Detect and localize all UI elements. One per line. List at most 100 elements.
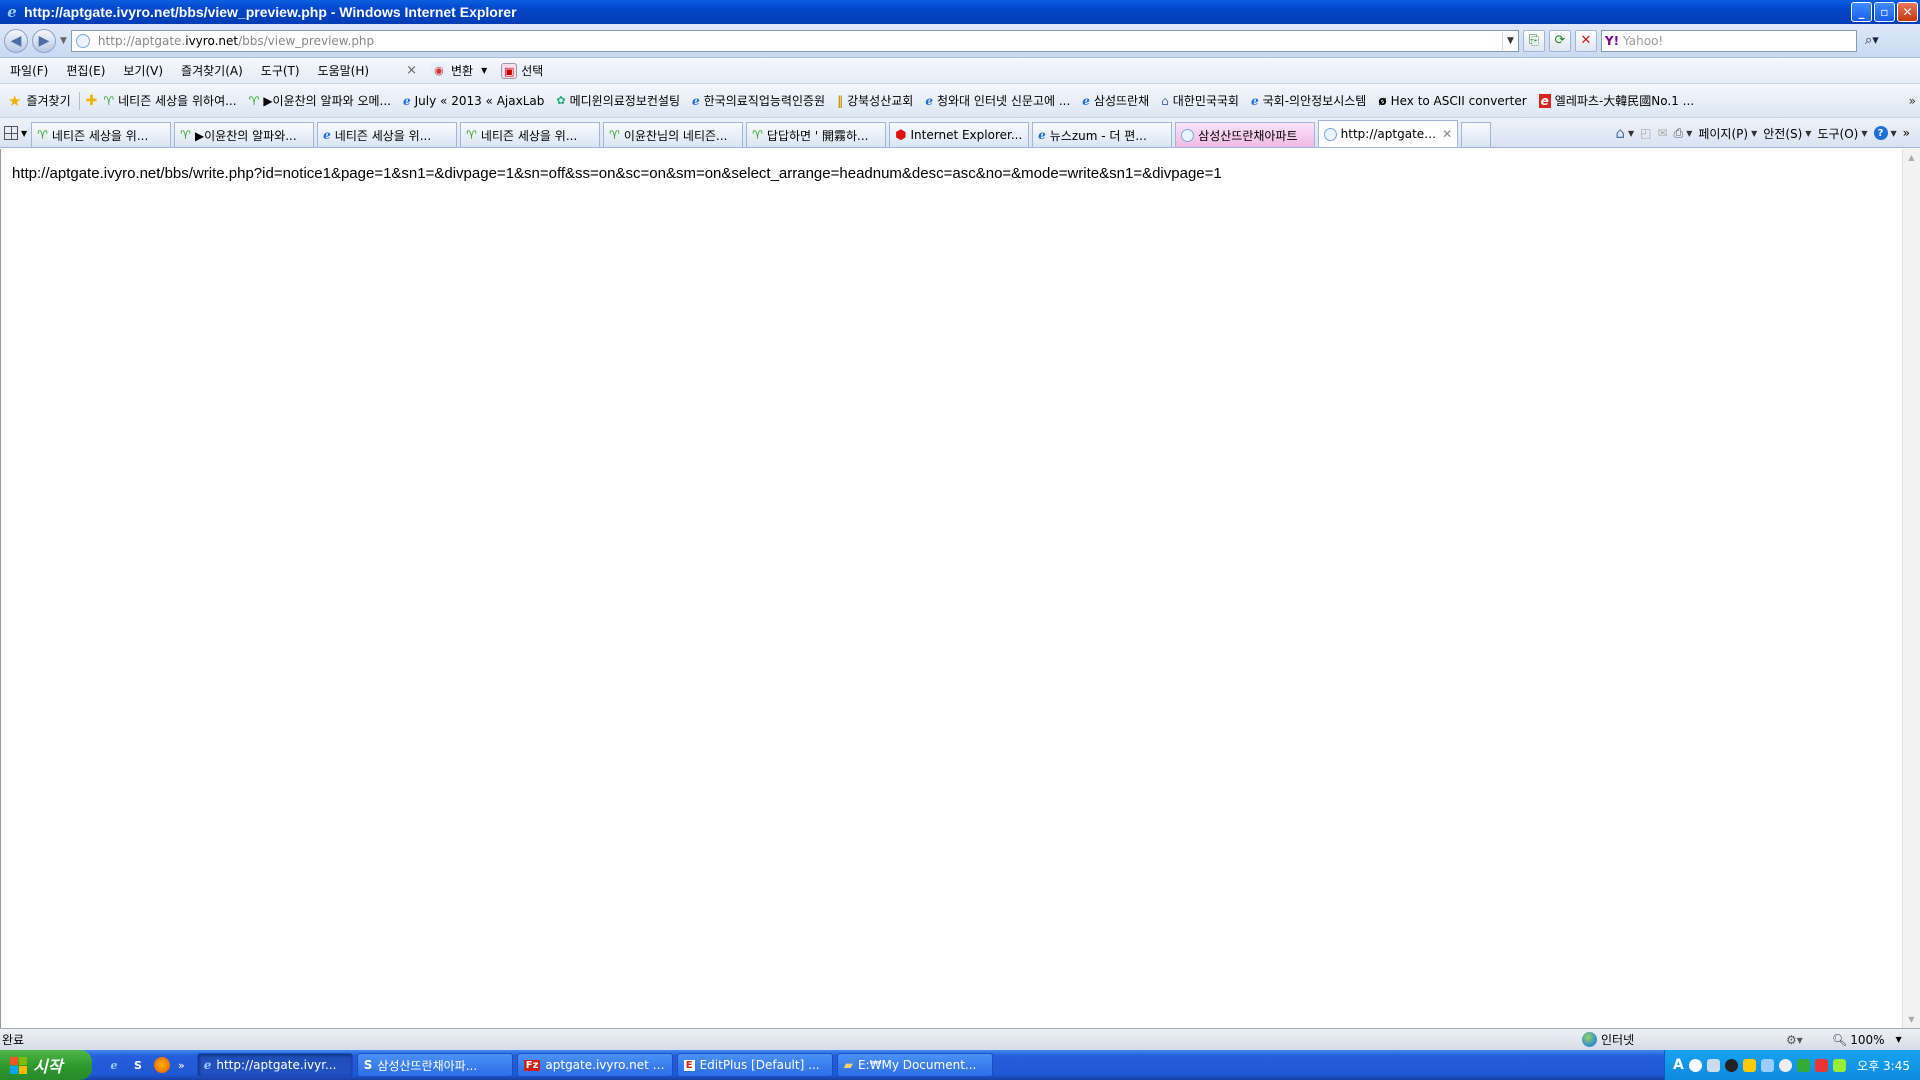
taskbar-button[interactable]: E EditPlus [Default] ...	[676, 1053, 833, 1077]
firefox-launch-icon[interactable]	[154, 1057, 170, 1073]
browser-tab[interactable]: ⬢ Internet Explorer...	[889, 122, 1030, 147]
browser-tab[interactable]: ♈ 이윤찬님의 네티즌...	[603, 122, 744, 147]
stop-button[interactable]: ✕	[1574, 29, 1597, 52]
tools-menu[interactable]: 도구(O) ▼	[1817, 125, 1867, 142]
ie-launch-icon[interactable]: e	[106, 1057, 122, 1073]
favorites-button[interactable]: ★ 즐겨찾기	[0, 91, 80, 110]
tray-app-icon[interactable]	[1778, 1058, 1792, 1072]
fav-item[interactable]: e July « 2013 « AjaxLab	[397, 94, 550, 108]
taskbar-label: http://aptgate.ivyr...	[216, 1058, 337, 1072]
taskbar-button[interactable]: e http://aptgate.ivyr...	[196, 1053, 353, 1077]
ime-icon[interactable]: A	[1673, 1057, 1684, 1073]
compat-view-button[interactable]: ⎘	[1522, 29, 1545, 52]
tab-label: ▶이윤찬의 알파와...	[194, 128, 297, 143]
scroll-down-icon[interactable]: ▼	[1903, 1011, 1920, 1028]
fav-item[interactable]: e 삼성뜨란채	[1076, 92, 1155, 109]
clock[interactable]: 오후 3:45	[1857, 1057, 1910, 1074]
network-icon[interactable]	[1706, 1058, 1720, 1072]
close-toolbar-icon[interactable]: ×	[406, 63, 417, 78]
add-favorite-icon[interactable]: ✚	[86, 93, 98, 109]
fav-item[interactable]: ✿ 메디윈의료정보컨설팅	[550, 92, 686, 109]
address-input[interactable]: http://aptgate. ivyro.net/bbs/view_previe…	[70, 29, 1519, 52]
browser-tab-active[interactable]: http://aptgate.i... ✕	[1318, 120, 1459, 147]
close-button[interactable]: ✕	[1897, 2, 1918, 22]
start-button[interactable]: 시작	[0, 1050, 92, 1080]
menu-help[interactable]: 도움말(H)	[309, 62, 379, 79]
tray-app-icon[interactable]	[1832, 1058, 1846, 1072]
history-dropdown-icon[interactable]: ▼	[60, 36, 67, 46]
search-button[interactable]: ⌕▾	[1861, 30, 1883, 52]
messenger-icon[interactable]	[1742, 1058, 1756, 1072]
minimize-button[interactable]: _	[1851, 2, 1872, 22]
scroll-up-icon[interactable]: ▲	[1903, 149, 1920, 166]
tab-label: 네티즌 세상을 위...	[334, 128, 432, 143]
vertical-scrollbar[interactable]: ▲ ▼	[1902, 149, 1920, 1028]
address-dropdown-icon[interactable]: ▼	[1501, 31, 1518, 50]
feeds-button[interactable]: ◰	[1640, 126, 1651, 140]
tab-list-dropdown-icon[interactable]: ▼	[21, 129, 27, 138]
search-input[interactable]: Y! Yahoo!	[1600, 29, 1857, 52]
convert-dropdown-icon[interactable]: ▼	[481, 66, 487, 75]
page-menu[interactable]: 페이지(P) ▼	[1698, 125, 1757, 142]
convert-button[interactable]: ◉ 변환 ▼	[430, 62, 487, 79]
home-dropdown-icon[interactable]: ▼	[1628, 129, 1634, 138]
zoom-dropdown-icon[interactable]: ▼	[1896, 1035, 1902, 1044]
browser-tab[interactable]: ♈ ▶이윤찬의 알파와...	[174, 122, 315, 147]
safety-menu[interactable]: 안전(S) ▼	[1763, 125, 1811, 142]
fav-item[interactable]: e 청와대 인터넷 신문고에 ...	[919, 92, 1076, 109]
forward-button[interactable]: ▶	[32, 28, 56, 53]
protected-mode-icon[interactable]: ⚙▾	[1786, 1033, 1803, 1047]
browser-tab[interactable]: 삼성산뜨란채아파트	[1175, 122, 1316, 147]
fav-item[interactable]: ♈ 네티즌 세상을 위하여...	[97, 92, 242, 109]
volume-icon[interactable]	[1760, 1058, 1774, 1072]
taskbar-button[interactable]: Fz aptgate.ivyro.net -...	[516, 1053, 673, 1077]
s-launch-icon[interactable]: S	[130, 1057, 146, 1073]
menu-view[interactable]: 보기(V)	[114, 62, 172, 79]
security-zone[interactable]: 인터넷	[1582, 1031, 1634, 1048]
back-button[interactable]: ◀	[4, 28, 28, 53]
refresh-button[interactable]: ⟳	[1548, 29, 1571, 52]
menu-edit[interactable]: 편집(E)	[57, 62, 114, 79]
ie-page-icon: e	[691, 93, 700, 108]
new-tab-button[interactable]	[1461, 122, 1492, 147]
print-button[interactable]: ⎙ ▼	[1674, 126, 1693, 141]
browser-tab[interactable]: ♈ 답답하면 ' 開霧하...	[746, 122, 887, 147]
menu-tools[interactable]: 도구(T)	[252, 62, 309, 79]
taskbar-button[interactable]: ▰ E:₩My Document...	[836, 1053, 993, 1077]
quick-tabs[interactable]: ▼	[0, 120, 31, 146]
tray-app-icon[interactable]	[1814, 1058, 1828, 1072]
browser-tab[interactable]: e 뉴스zum - 더 편...	[1032, 122, 1173, 147]
fav-item[interactable]: ♈ ▶이윤찬의 알파와 오메...	[243, 92, 397, 109]
menu-favorites[interactable]: 즐겨찾기(A)	[172, 62, 252, 79]
taskbar-label: E:₩My Document...	[857, 1058, 977, 1072]
fav-item[interactable]: e 엘레파츠-大韓民國No.1 ...	[1533, 92, 1700, 109]
mail-button[interactable]: ✉	[1658, 126, 1668, 140]
globe-icon	[1582, 1032, 1597, 1047]
maximize-button[interactable]: ▫	[1874, 2, 1895, 22]
home-button[interactable]: ⌂ ▼	[1615, 124, 1634, 142]
print-dropdown-icon[interactable]: ▼	[1686, 129, 1692, 138]
fav-item[interactable]: ⌂ 대한민국국회	[1155, 92, 1245, 109]
browser-tab[interactable]: e 네티즌 세상을 위...	[317, 122, 458, 147]
help-button[interactable]: ? ▼	[1873, 126, 1897, 140]
security-tray-icon[interactable]	[1796, 1058, 1810, 1072]
home-icon: ⌂	[1615, 124, 1626, 142]
fav-item[interactable]: ‖ 강북성산교회	[831, 92, 919, 109]
zoom-control[interactable]: 🔍︎ 100% ▼	[1832, 1033, 1902, 1047]
ie-page-icon: e	[925, 93, 933, 108]
fav-item[interactable]: e 국회-의안정보시스템	[1245, 92, 1372, 109]
more-commands-icon[interactable]: »	[1903, 126, 1910, 140]
taskbar-button[interactable]: S 삼성산뜨란채아파...	[356, 1053, 513, 1077]
ie-page-icon: e	[323, 128, 331, 142]
more-quicklaunch-icon[interactable]: »	[178, 1059, 185, 1072]
menu-file[interactable]: 파일(F)	[0, 62, 57, 79]
close-tab-icon[interactable]: ✕	[1442, 127, 1452, 141]
browser-tab[interactable]: ♈ 네티즌 세상을 위...	[31, 122, 172, 147]
select-button[interactable]: ▣ 선택	[501, 62, 543, 79]
tray-app-icon[interactable]	[1688, 1058, 1702, 1072]
fav-item[interactable]: ø Hex to ASCII converter	[1372, 94, 1532, 108]
browser-tab[interactable]: ♈ 네티즌 세상을 위...	[460, 122, 601, 147]
fav-item[interactable]: e 한국의료직업능력인증원	[686, 92, 831, 109]
more-favorites-icon[interactable]: »	[1909, 94, 1916, 108]
tray-app-icon[interactable]	[1724, 1058, 1738, 1072]
